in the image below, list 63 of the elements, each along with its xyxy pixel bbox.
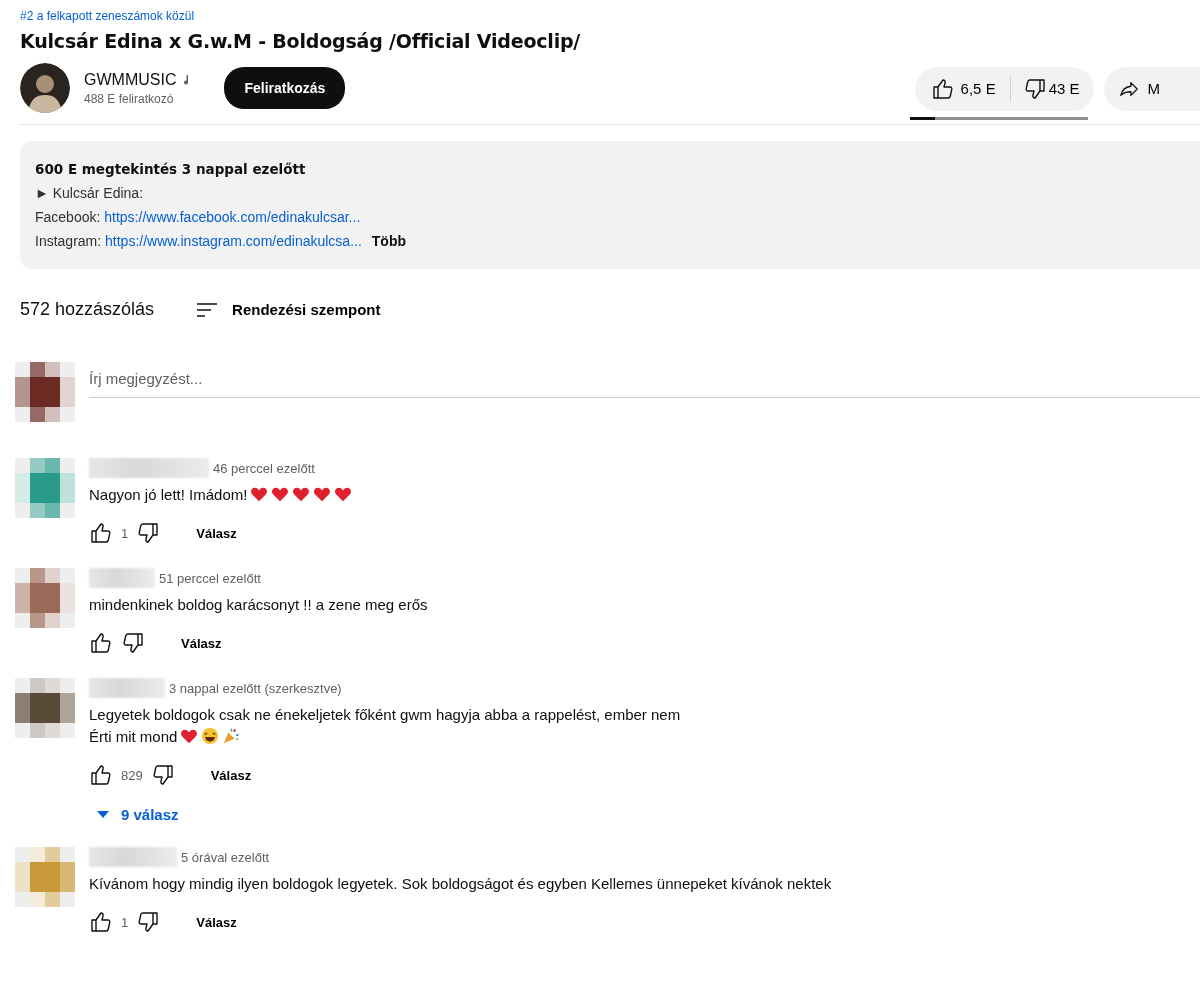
- subscribe-button[interactable]: Feliratkozás: [224, 67, 346, 109]
- heart-icon: [313, 485, 332, 503]
- party-popper-icon: [222, 727, 241, 745]
- thumbs-up-icon: [89, 631, 113, 655]
- description-link[interactable]: https://www.instagram.com/edinakulcsa...: [105, 233, 362, 249]
- sort-button[interactable]: Rendezési szempont: [196, 301, 381, 318]
- comment-time: 3 nappal ezelőtt (szerkesztve): [169, 680, 342, 696]
- like-count: 1: [121, 914, 129, 930]
- comment-text: mindenkinek boldog karácsonyt !! a zene meg erős: [89, 595, 428, 615]
- heart-icon: [180, 727, 199, 745]
- like-button[interactable]: [89, 521, 113, 545]
- like-count: 1: [121, 525, 129, 541]
- heart-icon: [334, 485, 353, 503]
- like-button[interactable]: [89, 910, 113, 934]
- thumbs-down-icon: [121, 631, 145, 655]
- thumbs-down-icon: [136, 521, 161, 545]
- description-line: Facebook:: [35, 209, 102, 225]
- view-replies-button[interactable]: 9 válasz: [89, 802, 187, 827]
- like-button[interactable]: [89, 763, 113, 787]
- comment-time: 51 perccel ezelőtt: [159, 570, 261, 586]
- trending-link[interactable]: #2 a felkapott zeneszámok közül: [20, 9, 195, 23]
- blurred-username: [89, 568, 155, 588]
- thumbs-up-icon: [89, 763, 113, 787]
- thumbs-down-icon: [136, 910, 161, 934]
- subscriber-count: 488 E feliratkozó: [84, 91, 175, 106]
- reply-button[interactable]: Válasz: [204, 766, 258, 784]
- like-button[interactable]: [89, 631, 113, 655]
- channel-avatar[interactable]: [20, 63, 70, 113]
- thumbs-up-icon: [89, 521, 113, 545]
- description-box[interactable]: 600 E megtekintés 3 nappal ezelőtt ► Kulcsár Edina: Facebook: https://www.facebook.com/edinakulcsar... Instagram: https://www.instagram.com/edinakulcsa... Több: [20, 141, 1200, 269]
- heart-icon: [292, 485, 311, 503]
- comment-count: 572 hozzászólás: [20, 299, 155, 320]
- sort-icon: [196, 301, 219, 318]
- comment-text: Legyetek boldogok csak ne énekeljetek főként gwm hagyja abba a rappelést, ember nem Érti mit mond: [89, 705, 681, 747]
- description-line: ► Kulcsár Edina:: [35, 185, 143, 201]
- comment-time: 5 órával ezelőtt: [181, 849, 270, 865]
- commenter-avatar[interactable]: [15, 678, 75, 738]
- show-more-link[interactable]: Több: [371, 233, 407, 249]
- channel-name[interactable]: GWMMUSIC: [84, 70, 177, 89]
- heart-icon: [271, 485, 290, 503]
- reply-button[interactable]: Válasz: [190, 524, 243, 542]
- description-link[interactable]: https://www.facebook.com/edinakulcsar...: [104, 209, 361, 225]
- view-stats: 600 E megtekintés 3 nappal ezelőtt: [35, 160, 307, 179]
- dislike-button[interactable]: [121, 631, 145, 655]
- reply-button[interactable]: Válasz: [190, 913, 243, 931]
- like-count: 829: [121, 767, 143, 783]
- dislike-button[interactable]: [136, 521, 161, 545]
- reply-button[interactable]: Válasz: [175, 634, 228, 652]
- thumbs-up-icon: [89, 910, 113, 934]
- commenter-avatar[interactable]: [15, 568, 75, 628]
- comment-time: 46 perccel ezelőtt: [213, 460, 315, 476]
- caret-icon: [97, 810, 109, 819]
- laughing-face-icon: [201, 727, 220, 745]
- dislike-button[interactable]: 43 E: [1010, 76, 1094, 101]
- like-button[interactable]: 6,5 E: [914, 75, 1011, 102]
- heart-icon: [250, 485, 269, 503]
- video-title: Kulcsár Edina x G.w.M - Boldogság /Official Videoclip/: [20, 30, 582, 52]
- comment-text: Kívánom hogy mindig ilyen boldogok legyetek. Sok boldogságot és egyben Kellemes ünnepeket kívánok nektek: [89, 874, 832, 894]
- comment-text: Nagyon jó lett! Imádom!: [89, 484, 353, 506]
- description-line: Instagram:: [35, 233, 103, 249]
- dislike-button[interactable]: [136, 910, 161, 934]
- share-button[interactable]: M: [1103, 66, 1200, 111]
- thumbs-up-icon: [930, 76, 955, 101]
